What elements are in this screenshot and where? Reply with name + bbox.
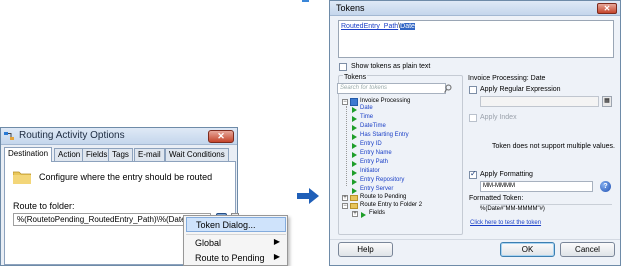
folder-icon [13, 171, 31, 184]
top-accent [302, 0, 309, 2]
selected-token[interactable]: Date [400, 23, 415, 30]
menu-item-label: Token Dialog... [196, 220, 256, 230]
token-search-input[interactable]: Search for tokens [337, 83, 452, 94]
tree-guide [346, 106, 347, 186]
menu-separator [186, 234, 286, 235]
tab-wait-conditions[interactable]: Wait Conditions [165, 148, 229, 161]
tab-tags[interactable]: Tags [108, 148, 133, 161]
help-button[interactable]: Help [338, 242, 393, 257]
tab-action[interactable]: Action [54, 148, 85, 161]
tree-item-entry-path[interactable]: Entry Path [360, 159, 388, 165]
token-options-pane: Invoice Processing: Date Apply Regular E… [468, 75, 615, 235]
menu-item-route-to-pending[interactable]: Route to Pending ▶ [186, 251, 286, 266]
token-icon [352, 125, 357, 131]
title-bar: Routing Activity Options ✕ [1, 128, 237, 145]
right-arrow-icon [297, 188, 319, 204]
token-expression-editor[interactable]: RoutedEntry_Path\Date [338, 20, 614, 58]
route-to-folder-label: Route to folder: [13, 201, 75, 211]
token-context-menu: Token Dialog... Global ▶ Route to Pendin… [183, 215, 288, 266]
menu-item-label: Global [195, 238, 222, 248]
close-button[interactable]: ✕ [597, 3, 617, 14]
description-text: Configure where the entry should be rout… [39, 172, 213, 182]
token-icon [352, 170, 357, 176]
tree-item-entry-id[interactable]: Entry ID [360, 141, 382, 147]
tree-item-has-starting-entry[interactable]: Has Starting Entry [360, 132, 409, 138]
folder-icon [350, 195, 358, 201]
collapse-icon[interactable]: − [342, 203, 348, 209]
tree-root-invoice-processing[interactable]: Invoice Processing [360, 98, 410, 104]
tab-email[interactable]: E-mail [134, 148, 165, 161]
tree-item-route-entry-to-folder-2[interactable]: Route Entry to Folder 2 [360, 202, 422, 208]
workflow-icon [350, 98, 358, 106]
expand-icon[interactable]: + [352, 211, 358, 217]
expand-icon[interactable]: + [342, 195, 348, 201]
show-plain-text-label: Show tokens as plain text [351, 63, 431, 70]
tree-item-fields[interactable]: Fields [369, 210, 385, 216]
apply-formatting-checkbox[interactable] [469, 169, 477, 179]
tab-strip: Destination Action Fields Tags E-mail Wa… [4, 147, 236, 162]
tree-item-time[interactable]: Time [360, 114, 373, 120]
token-icon [352, 134, 357, 140]
tab-fields[interactable]: Fields [82, 148, 112, 161]
search-icon [444, 84, 452, 93]
formatting-input[interactable]: MM-MMMM [480, 181, 593, 192]
submenu-arrow-icon: ▶ [273, 252, 280, 261]
menu-item-label: Route to Pending [195, 253, 265, 263]
token-icon [352, 143, 357, 149]
menu-item-token-dialog[interactable]: Token Dialog... [186, 217, 286, 232]
formatted-token-value: %(Date#"MM-MMMM"#) [480, 204, 612, 214]
close-button[interactable]: ✕ [208, 130, 234, 143]
apply-index-label: Apply Index [480, 114, 517, 121]
apply-index-checkbox[interactable] [469, 114, 477, 122]
button-row-separator [330, 239, 620, 240]
apply-formatting-label: Apply Formatting [480, 171, 533, 178]
tree-item-datetime[interactable]: DateTime [360, 123, 386, 129]
help-icon[interactable]: ? [600, 181, 611, 192]
section-label: Invoice Processing: Date [468, 75, 546, 82]
token-link[interactable]: RoutedEntry_Path [341, 23, 398, 30]
folder-icon [350, 203, 358, 209]
show-plain-text-checkbox[interactable] [339, 63, 347, 71]
tokens-group-label: Tokens [343, 74, 368, 81]
test-token-link[interactable]: Click here to test the token [470, 220, 541, 226]
token-icon [352, 107, 357, 113]
regex-builder-button[interactable]: ▦ [602, 96, 612, 107]
apply-regex-label: Apply Regular Expression [480, 86, 561, 93]
formatted-token-label: Formatted Token: [469, 195, 524, 202]
tree-item-entry-server[interactable]: Entry Server [360, 186, 393, 192]
tree-item-entry-name[interactable]: Entry Name [360, 150, 392, 156]
tree-item-entry-repository[interactable]: Entry Repository [360, 177, 404, 183]
dialog-title: Tokens [336, 3, 365, 13]
apply-regex-checkbox[interactable] [469, 86, 477, 94]
tree-item-route-to-pending[interactable]: Route to Pending [360, 194, 406, 200]
routing-activity-icon [4, 132, 14, 140]
tab-destination[interactable]: Destination [4, 147, 53, 162]
tree-item-initiator[interactable]: Initiator [360, 168, 380, 174]
search-placeholder: Search for tokens [340, 85, 388, 91]
ok-button[interactable]: OK [500, 242, 555, 257]
tokens-dialog: Tokens ✕ RoutedEntry_Path\Date Show toke… [329, 0, 621, 266]
token-icon [352, 179, 357, 185]
regex-input[interactable] [480, 96, 599, 107]
token-icon [352, 188, 357, 194]
token-icon [361, 212, 366, 218]
tree-item-date[interactable]: Date [360, 105, 373, 111]
token-icon [352, 152, 357, 158]
title-bar: Tokens ✕ [330, 1, 620, 16]
multi-value-note: Token does not support multiple values. [492, 143, 615, 150]
token-icon [352, 116, 357, 122]
route-to-folder-input[interactable]: %(RoutetoPending_RoutedEntry_Path)\%(Dat… [13, 213, 211, 226]
cancel-button[interactable]: Cancel [560, 242, 615, 257]
collapse-icon[interactable]: − [342, 99, 348, 105]
dialog-title: Routing Activity Options [19, 130, 125, 141]
menu-item-global[interactable]: Global ▶ [186, 236, 286, 251]
token-icon [352, 161, 357, 167]
submenu-arrow-icon: ▶ [273, 237, 280, 246]
